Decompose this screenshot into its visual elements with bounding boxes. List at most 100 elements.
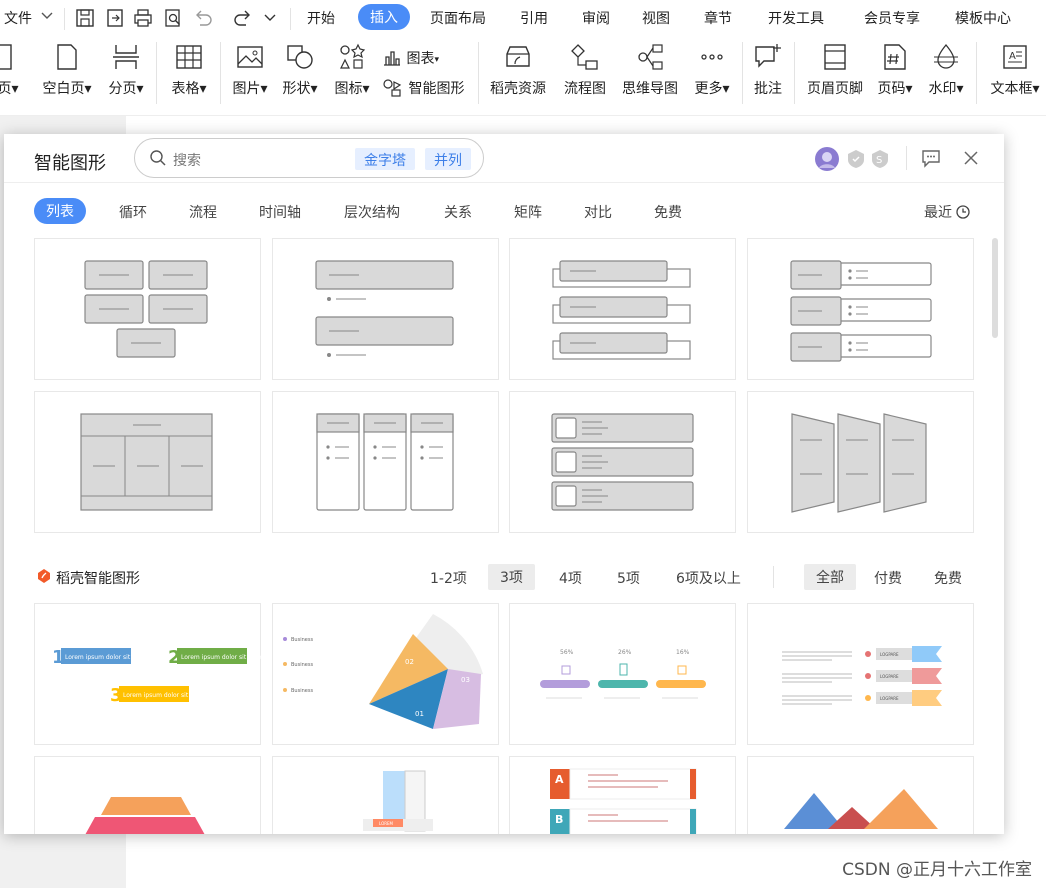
svg-text:Lorem ipsum dolor sit amet: Lorem ipsum dolor sit amet [123,692,206,699]
chart-button[interactable]: 图表▾ [382,48,452,68]
more-button[interactable]: 更多▾ [690,42,734,98]
template-card[interactable]: A B [509,756,736,834]
template-card[interactable]: LOREM [272,756,499,834]
svg-text:LOGPARE: LOGPARE [880,652,899,657]
filter-all[interactable]: 全部 [804,564,856,590]
watermark-text: CSDN @正月十六工作室 [842,860,1032,880]
docer-resources-button[interactable]: 稻壳资源 [486,42,550,98]
svg-text:02: 02 [405,658,414,666]
search-input[interactable]: 搜索 金字塔 并列 [134,138,484,178]
filter-5-items[interactable]: 5项 [617,568,640,588]
template-card[interactable] [509,238,736,380]
category-process[interactable]: 流程 [189,202,217,222]
tab-template-center[interactable]: 模板中心 [955,8,1011,28]
category-matrix[interactable]: 矩阵 [514,202,542,222]
feedback-icon[interactable] [920,148,942,172]
template-card[interactable] [272,238,499,380]
template-card[interactable]: 02 01 03 Business Business Business [272,603,499,745]
avatar[interactable] [814,146,840,176]
template-card[interactable] [747,391,974,533]
close-icon[interactable] [962,149,980,171]
template-card[interactable] [509,391,736,533]
chevron-down-icon[interactable] [40,10,54,26]
tab-developer[interactable]: 开发工具 [768,8,824,28]
template-preview: A B [550,768,697,834]
cover-page-button[interactable]: 页▾ [0,42,22,98]
filter-1-2-items[interactable]: 1-2项 [430,568,467,588]
divider [156,42,157,104]
divider [64,8,65,30]
page-break-button[interactable]: 分页▾ [104,42,148,98]
category-cycle[interactable]: 循环 [119,202,147,222]
divider [773,566,774,588]
template-card[interactable] [747,756,974,834]
super-member-badge-icon[interactable]: S [870,149,890,173]
template-card[interactable] [34,238,261,380]
template-preview [85,797,205,834]
template-card[interactable]: 1 2 3 Lorem ipsum dolor sit amet Lorem i… [34,603,264,745]
tab-chapter[interactable]: 章节 [704,8,732,28]
scrollbar[interactable] [992,238,998,338]
category-free[interactable]: 免费 [654,202,682,222]
filter-6-plus-items[interactable]: 6项及以上 [676,568,741,588]
redo-icon[interactable] [232,7,254,29]
menubar: 文件 开始 插入 页面布局 引用 审阅 视图 章节 开发工具 会员专享 模板中心 [0,0,1046,36]
category-hierarchy[interactable]: 层次结构 [344,202,400,222]
mindmap-button[interactable]: 思维导图 [618,42,682,98]
undo-icon[interactable] [192,7,214,29]
flowchart-button[interactable]: 流程图 [562,42,608,98]
search-chip-parallel[interactable]: 并列 [425,148,471,170]
divider [794,42,795,104]
template-card[interactable] [34,756,261,834]
tab-view[interactable]: 视图 [642,8,670,28]
list-layout-preview [315,260,454,357]
picture-button[interactable]: 图片▾ [228,42,272,98]
shapes-button[interactable]: 形状▾ [278,42,322,98]
tab-review[interactable]: 审阅 [582,8,610,28]
search-chip-pyramid[interactable]: 金字塔 [355,148,415,170]
template-card[interactable]: 56% 26% 16% [509,603,736,745]
member-badge-icon[interactable] [846,149,866,173]
recent-button[interactable]: 最近 [924,202,971,222]
customize-quick-access-icon[interactable] [262,9,284,31]
export-icon[interactable] [104,7,126,29]
file-menu[interactable]: 文件 [4,8,32,28]
divider [976,42,977,104]
watermark-button[interactable]: 水印▾ [924,42,968,98]
smart-art-button[interactable]: 智能图形 [382,78,472,98]
template-card[interactable] [272,391,499,533]
category-relationship[interactable]: 关系 [444,202,472,222]
filter-free[interactable]: 免费 [934,568,962,588]
template-preview: 1 2 3 Lorem ipsum dolor sit amet Lorem i… [52,647,264,706]
template-card[interactable] [747,238,974,380]
blank-page-button[interactable]: 空白页▾ [38,42,96,98]
print-preview-icon[interactable] [162,7,184,29]
tab-page-layout[interactable]: 页面布局 [430,8,486,28]
template-card[interactable]: LOGPARE LOGPARE LOGPARE [747,603,974,745]
template-preview: 56% 26% 16% [540,649,706,699]
divider [290,8,291,30]
list-layout-preview [790,260,932,362]
category-list[interactable]: 列表 [34,198,86,224]
category-compare[interactable]: 对比 [584,202,612,222]
filter-3-items[interactable]: 3项 [488,564,535,590]
svg-text:26%: 26% [618,649,632,656]
comment-button[interactable]: 批注 [750,42,786,98]
tab-insert[interactable]: 插入 [358,4,410,30]
tab-references[interactable]: 引用 [520,8,548,28]
tab-home[interactable]: 开始 [307,8,335,28]
print-icon[interactable] [132,7,154,29]
save-icon[interactable] [74,7,96,29]
template-card[interactable] [34,391,261,533]
filter-paid[interactable]: 付费 [874,568,902,588]
table-button[interactable]: 表格▾ [166,42,212,98]
header-footer-button[interactable]: 页眉页脚 [804,42,866,98]
filter-4-items[interactable]: 4项 [559,568,582,588]
tab-member[interactable]: 会员专享 [864,8,920,28]
icons-button[interactable]: 图标▾ [330,42,374,98]
textbox-button[interactable]: A 文本框▾ [986,42,1044,98]
dialog-title: 智能图形 [34,153,106,174]
page-number-button[interactable]: 页码▾ [874,42,916,98]
ribbon-toolbar: 页▾ 空白页▾ 分页▾ 表格▾ 图片▾ 形状▾ 图标▾ 图表▾ 智能图形 稻壳资… [0,36,1046,116]
category-timeline[interactable]: 时间轴 [259,202,301,222]
